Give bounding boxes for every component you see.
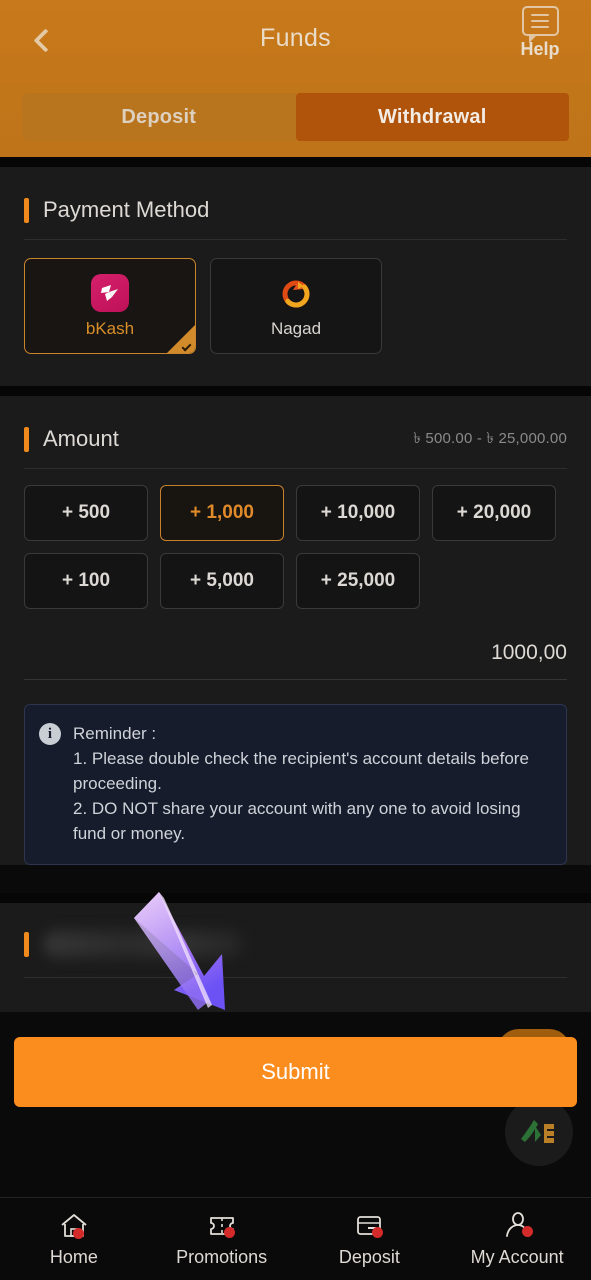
amount-header: Amount ৳ 500.00 - ৳ 25,000.00 — [24, 396, 567, 468]
section-gap — [0, 157, 591, 167]
accent-bar — [24, 426, 29, 452]
selected-corner — [167, 325, 195, 353]
reminder-box: i Reminder : 1. Please double check the … — [24, 704, 567, 865]
help-button[interactable]: Help — [505, 6, 575, 60]
tab-deposit[interactable]: Deposit — [22, 93, 296, 141]
floating-brand-widget[interactable] — [505, 1098, 573, 1166]
app-header: Funds Help Deposit Withdrawal — [0, 0, 591, 157]
ticket-icon — [205, 1210, 239, 1240]
nav-item-home[interactable]: Home — [0, 1210, 148, 1268]
amount-chip-20000[interactable]: + 20,000 — [432, 485, 556, 541]
header-top-row: Funds Help — [0, 0, 591, 80]
amount-quick-chips: + 500 + 1,000 + 10,000 + 20,000 + 100 + … — [24, 469, 567, 609]
brand-logo-icon — [521, 1120, 554, 1143]
amount-chip-500[interactable]: + 500 — [24, 485, 148, 541]
reminder-line-2: 2. DO NOT share your account with any on… — [73, 799, 521, 843]
payment-method-list: bKash Nagad — [24, 240, 567, 386]
redacted-section-header — [24, 931, 567, 957]
nav-item-deposit[interactable]: Deposit — [296, 1210, 444, 1268]
payment-method-panel: Payment Method bKash Nagad — [0, 167, 591, 386]
submit-button[interactable]: Submit — [14, 1037, 577, 1107]
nav-label-promotions: Promotions — [176, 1247, 268, 1267]
nav-item-my-account[interactable]: My Account — [443, 1210, 591, 1268]
bottom-navigation: Home Promotions Deposit My Account — [0, 1197, 591, 1280]
redacted-section — [0, 903, 591, 1012]
redacted-title — [43, 931, 243, 957]
home-icon — [57, 1210, 91, 1240]
wallet-icon — [352, 1210, 386, 1240]
nav-item-promotions[interactable]: Promotions — [148, 1210, 296, 1268]
amount-chip-1000[interactable]: + 1,000 — [160, 485, 284, 541]
reminder-line-1: 1. Please double check the recipient's a… — [73, 749, 529, 793]
accent-bar — [24, 931, 29, 957]
amount-input-underline — [24, 679, 567, 680]
amount-chip-25000[interactable]: + 25,000 — [296, 553, 420, 609]
funds-withdrawal-screen: Funds Help Deposit Withdrawal Payment Me… — [0, 0, 591, 1280]
reminder-title: Reminder : — [73, 724, 157, 743]
payment-method-header: Payment Method — [24, 167, 567, 239]
amount-range-note: ৳ 500.00 - ৳ 25,000.00 — [413, 429, 567, 447]
help-label: Help — [520, 39, 560, 59]
payment-method-title: Payment Method — [43, 197, 210, 222]
payment-option-label: bKash — [85, 318, 135, 338]
amount-chip-10000[interactable]: + 10,000 — [296, 485, 420, 541]
bkash-logo-icon — [91, 273, 129, 312]
info-icon: i — [39, 723, 61, 745]
payment-option-bkash[interactable]: bKash — [24, 258, 196, 354]
amount-panel: Amount ৳ 500.00 - ৳ 25,000.00 + 500 + 1,… — [0, 396, 591, 865]
amount-title: Amount — [43, 426, 119, 451]
nagad-logo-icon — [277, 274, 315, 312]
amount-input[interactable]: 1000,00 — [24, 609, 567, 679]
submit-area: Submit — [0, 1037, 591, 1107]
amount-chip-100[interactable]: + 100 — [24, 553, 148, 609]
section-gap — [0, 893, 591, 903]
amount-chip-5000[interactable]: + 5,000 — [160, 553, 284, 609]
divider — [24, 977, 567, 978]
section-gap — [0, 386, 591, 396]
chat-bubble-icon — [521, 6, 559, 43]
tab-withdrawal[interactable]: Withdrawal — [295, 93, 569, 141]
accent-bar — [24, 197, 29, 223]
nav-label-home: Home — [49, 1247, 98, 1267]
funds-tabs: Deposit Withdrawal — [22, 93, 569, 141]
payment-option-label: Nagad — [270, 318, 322, 338]
user-icon — [500, 1210, 534, 1240]
page-title: Funds — [260, 24, 331, 52]
nav-label-deposit: Deposit — [338, 1247, 400, 1267]
payment-option-nagad[interactable]: Nagad — [210, 258, 382, 354]
nav-label-my-account: My Account — [470, 1247, 564, 1267]
